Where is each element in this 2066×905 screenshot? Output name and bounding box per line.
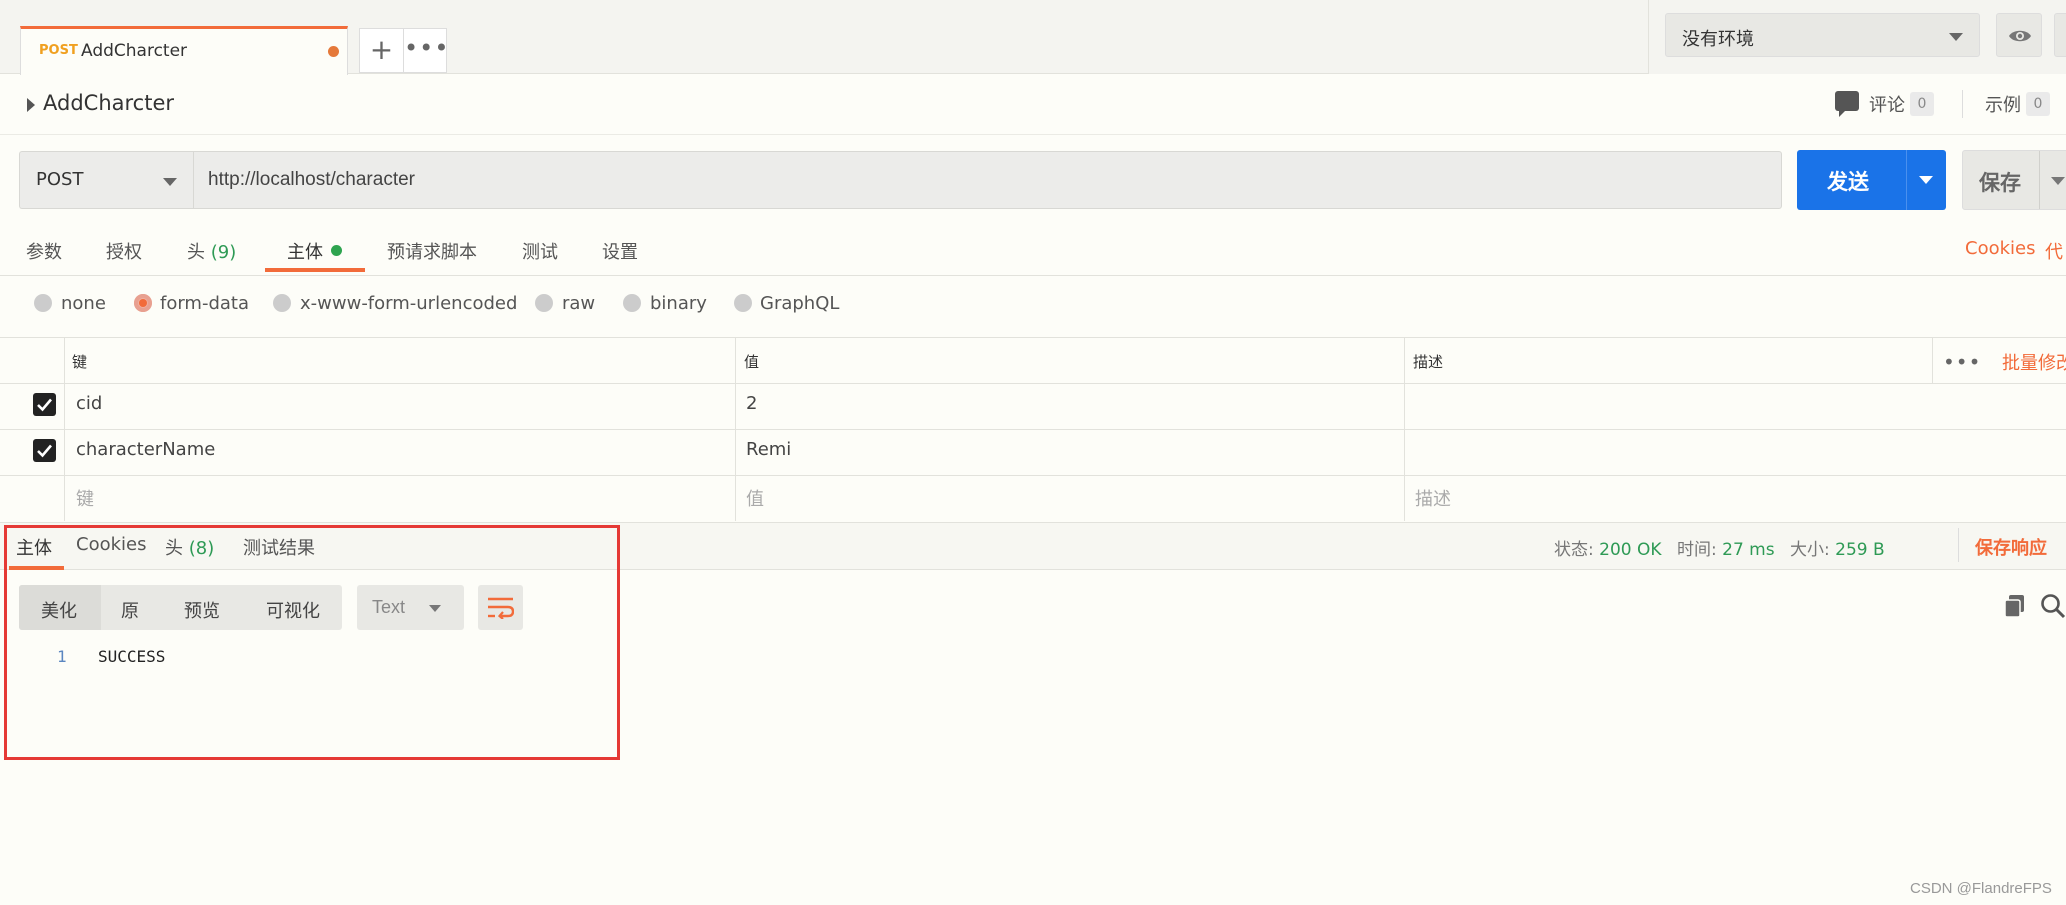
cookies-link[interactable]: Cookies: [1965, 238, 2035, 259]
column-header-description: 描述: [1413, 353, 1444, 371]
divider: [1932, 337, 1933, 383]
bulk-edit-link[interactable]: 批量修改: [2002, 349, 2066, 375]
size-value[interactable]: 259 B: [1835, 540, 1885, 560]
divider: [1958, 528, 1959, 562]
tab-settings[interactable]: 设置: [602, 238, 638, 264]
send-label: 发送: [1827, 170, 1869, 194]
send-button[interactable]: 发送: [1797, 150, 1946, 210]
column-header-value: 值: [744, 353, 760, 371]
size-readout: 大小: 259 B: [1790, 535, 1885, 560]
new-key-placeholder[interactable]: 键: [76, 485, 94, 511]
radio-x-www-form-urlencoded[interactable]: [273, 294, 291, 312]
save-options-chevron-icon[interactable]: [2051, 177, 2065, 185]
new-tab-plus-icon[interactable]: +: [359, 28, 404, 73]
request-title: AddCharcter: [43, 91, 175, 115]
chevron-down-icon: [1949, 33, 1963, 41]
form-value-cell[interactable]: 2: [746, 393, 757, 414]
tab-method-label: POST: [39, 43, 78, 58]
time-label: 时间:: [1677, 540, 1717, 560]
radio-label-x-www-form-urlencoded[interactable]: x-www-form-urlencoded: [300, 293, 517, 314]
tab-tests[interactable]: 测试: [522, 238, 558, 264]
body-status-dot-icon: [331, 245, 342, 256]
radio-binary[interactable]: [623, 294, 641, 312]
code-link[interactable]: 代: [2045, 238, 2063, 264]
divider: [64, 337, 65, 521]
tab-headers-count: (9): [210, 242, 237, 263]
environment-select[interactable]: 没有环境: [1665, 13, 1980, 57]
more-tabs-ellipsis-icon[interactable]: •••: [404, 28, 448, 73]
radio-raw[interactable]: [535, 294, 553, 312]
radio-label-none[interactable]: none: [61, 293, 106, 314]
save-label: 保存: [1979, 171, 2021, 195]
divider: [1906, 150, 1907, 210]
tab-params[interactable]: 参数: [26, 238, 62, 264]
environment-quick-look-button[interactable]: [1996, 13, 2042, 57]
status-label: 状态:: [1554, 540, 1594, 560]
row-checkbox[interactable]: [33, 393, 56, 416]
save-response-button[interactable]: 保存响应: [1975, 534, 2047, 560]
save-button[interactable]: 保存: [1962, 150, 2066, 210]
radio-label-graphql[interactable]: GraphQL: [760, 293, 839, 314]
divider: [2039, 151, 2040, 209]
form-value-cell[interactable]: Remi: [746, 439, 791, 460]
send-options-chevron-icon[interactable]: [1919, 176, 1933, 184]
checkmark-icon: [37, 444, 52, 458]
settings-button[interactable]: [2054, 13, 2066, 57]
request-tab-addcharcter[interactable]: POST AddCharcter: [20, 26, 348, 75]
tab-headers-label: 头: [187, 242, 205, 263]
status-value[interactable]: 200 OK: [1599, 540, 1661, 560]
checkmark-icon: [37, 398, 52, 412]
request-name-bar: AddCharcter: [0, 75, 2066, 135]
divider: [0, 383, 2066, 384]
radio-none[interactable]: [34, 294, 52, 312]
size-label: 大小:: [1790, 540, 1830, 560]
radio-label-binary[interactable]: binary: [650, 293, 707, 314]
radio-graphql[interactable]: [734, 294, 752, 312]
watermark: CSDN @FlandreFPS: [1910, 880, 2052, 897]
status-readout: 状态: 200 OK: [1554, 535, 1662, 560]
radio-label-raw[interactable]: raw: [562, 293, 595, 314]
tab-auth[interactable]: 授权: [106, 238, 142, 264]
divider: [1962, 90, 1963, 118]
caret-right-icon[interactable]: [27, 98, 35, 112]
unsaved-dot-icon: [328, 46, 339, 57]
url-input[interactable]: [193, 151, 1782, 209]
chevron-down-icon: [163, 178, 177, 186]
comment-icon[interactable]: [1835, 91, 1859, 117]
divider: [1404, 337, 1405, 521]
time-readout: 时间: 27 ms: [1677, 535, 1775, 560]
divider: [0, 429, 2066, 430]
annotation-highlight-box: [4, 525, 620, 760]
search-icon[interactable]: [2040, 593, 2066, 619]
divider: [0, 475, 2066, 476]
comments-label[interactable]: 评论: [1869, 91, 1905, 117]
tab-headers[interactable]: 头 (9): [187, 238, 236, 264]
comments-count-badge: 0: [1910, 92, 1934, 116]
radio-form-data[interactable]: [134, 294, 152, 312]
active-tab-indicator: [265, 268, 365, 272]
column-header-key: 键: [72, 353, 88, 371]
tab-name-label: AddCharcter: [81, 41, 188, 61]
tab-prerequest-script[interactable]: 预请求脚本: [387, 238, 477, 264]
divider: [0, 337, 2066, 338]
new-value-placeholder[interactable]: 值: [746, 485, 764, 511]
row-checkbox[interactable]: [33, 439, 56, 462]
method-label: POST: [36, 169, 84, 190]
examples-label[interactable]: 示例: [1985, 91, 2021, 117]
form-key-cell[interactable]: cid: [76, 393, 102, 414]
tab-body[interactable]: 主体: [287, 238, 323, 264]
form-key-cell[interactable]: characterName: [76, 439, 215, 460]
table-options-ellipsis-icon[interactable]: •••: [1943, 350, 1981, 374]
eye-icon: [2009, 30, 2031, 42]
time-value[interactable]: 27 ms: [1722, 540, 1774, 560]
method-select[interactable]: POST: [19, 151, 193, 209]
copy-icon[interactable]: [2004, 594, 2026, 618]
environment-label: 没有环境: [1682, 29, 1754, 50]
examples-count-badge: 0: [2026, 92, 2050, 116]
divider: [735, 337, 736, 521]
radio-label-form-data[interactable]: form-data: [160, 293, 249, 314]
new-description-placeholder[interactable]: 描述: [1415, 485, 1451, 511]
